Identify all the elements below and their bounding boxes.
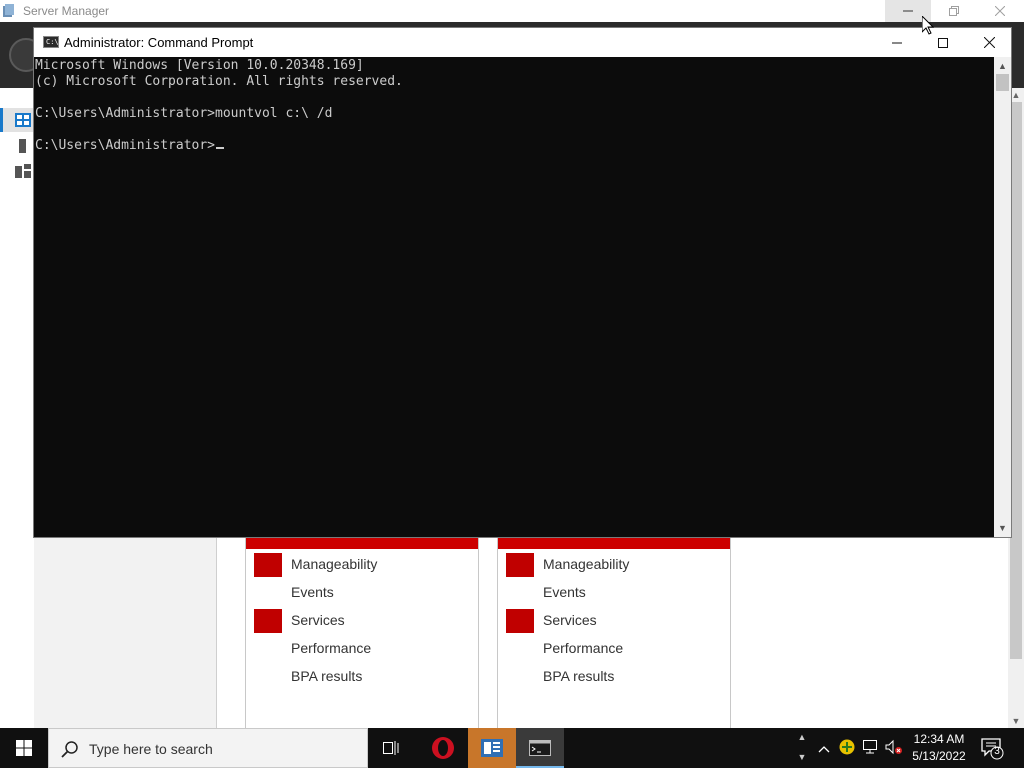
windows-start-icon — [16, 740, 32, 756]
tile-row-label: BPA results — [543, 668, 615, 684]
chevron-up-icon[interactable]: ▲ — [795, 732, 809, 742]
console-line: C:\Users\Administrator>mountvol c:\ /d — [35, 106, 333, 121]
server-tile-2[interactable]: Manageability Events Services Performanc… — [497, 538, 731, 728]
security-shield-icon — [839, 739, 855, 755]
opera-icon — [432, 737, 454, 759]
tile-row-events[interactable]: Events — [498, 579, 730, 607]
tile-row-performance[interactable]: Performance — [498, 635, 730, 663]
console-line: Microsoft Windows [Version 10.0.20348.16… — [35, 58, 364, 73]
all-servers-icon[interactable] — [15, 164, 31, 178]
chevron-down-icon[interactable]: ▼ — [795, 752, 809, 762]
cmd-scrollbar[interactable]: ▲ ▼ — [994, 57, 1011, 537]
taskbar: Type here to search ▲ ▼ 12:34 AM 5/13/20… — [0, 728, 1024, 768]
scroll-up-icon[interactable]: ▲ — [994, 59, 1011, 73]
start-button[interactable] — [0, 728, 48, 768]
server-manager-taskbar-button[interactable] — [468, 728, 516, 768]
notification-count-badge: 3 — [994, 746, 1000, 757]
cmd-minimize-button[interactable] — [874, 28, 920, 57]
mouse-cursor-icon — [922, 16, 934, 35]
search-placeholder: Type here to search — [89, 741, 213, 757]
clock-time: 12:34 AM — [913, 732, 965, 746]
alert-flag — [506, 553, 534, 577]
close-icon — [983, 37, 995, 48]
show-hidden-icons-button[interactable] — [815, 739, 833, 757]
tile-row-label: Manageability — [291, 556, 378, 572]
alert-flag — [254, 609, 282, 633]
minimize-icon — [892, 42, 902, 43]
tile-status-bar — [246, 538, 478, 549]
minimize-icon — [903, 10, 913, 12]
tile-row-label: Services — [291, 612, 345, 628]
tile-row-label: Services — [543, 612, 597, 628]
network-tray-button[interactable] — [862, 739, 880, 757]
task-view-icon — [383, 741, 399, 755]
dashboard-icon — [15, 113, 31, 127]
nav-selection-indicator — [0, 108, 3, 132]
cmd-titlebar[interactable]: C:\ Administrator: Command Prompt — [34, 28, 1011, 57]
action-center-button[interactable]: 3 — [980, 736, 1004, 760]
close-icon — [995, 6, 1005, 16]
server-manager-icon — [481, 739, 503, 757]
server-manager-restore-button[interactable] — [931, 0, 977, 22]
tile-row-label: BPA results — [291, 668, 363, 684]
server-manager-nav — [0, 88, 34, 728]
scroll-down-icon[interactable]: ▼ — [1008, 714, 1024, 728]
scroll-down-icon[interactable]: ▼ — [994, 521, 1011, 535]
command-prompt-window[interactable]: C:\ Administrator: Command Prompt Micros… — [33, 27, 1012, 538]
console-prompt: C:\Users\Administrator> — [35, 138, 216, 153]
text-cursor — [216, 147, 225, 149]
command-prompt-icon — [529, 740, 551, 756]
chevron-up-icon — [818, 746, 830, 753]
tile-status-bar — [498, 538, 730, 549]
tile-row-label: Manageability — [543, 556, 630, 572]
taskbar-scroll-arrows[interactable]: ▲ ▼ — [795, 728, 809, 768]
network-icon — [863, 740, 877, 754]
cmd-title: Administrator: Command Prompt — [64, 35, 254, 50]
tile-row-events[interactable]: Events — [246, 579, 478, 607]
tile-row-services[interactable]: Services — [498, 607, 730, 635]
clock-date: 5/13/2022 — [912, 749, 966, 763]
tile-row-manageability[interactable]: Manageability — [498, 551, 730, 579]
server-manager-titlebar: Server Manager — [0, 0, 1024, 22]
task-view-button[interactable] — [368, 728, 416, 768]
server-manager-title: Server Manager — [23, 4, 110, 18]
tile-row-label: Events — [291, 584, 334, 600]
tile-row-manageability[interactable]: Manageability — [246, 551, 478, 579]
volume-muted-icon — [885, 739, 902, 755]
alert-flag — [254, 553, 282, 577]
volume-tray-button[interactable] — [885, 739, 903, 757]
alert-flag — [506, 609, 534, 633]
scrollbar-thumb[interactable] — [996, 74, 1009, 91]
tile-row-bpa-results[interactable]: BPA results — [246, 663, 478, 691]
console-prompt-line[interactable]: C:\Users\Administrator> — [35, 138, 225, 153]
tile-row-label: Performance — [543, 640, 624, 656]
security-tray-button[interactable] — [838, 739, 856, 757]
command-prompt-icon: C:\ — [43, 36, 59, 48]
maximize-icon — [938, 37, 948, 48]
tile-row-label: Performance — [291, 640, 372, 656]
cmd-console[interactable]: Microsoft Windows [Version 10.0.20348.16… — [34, 57, 994, 537]
tile-row-services[interactable]: Services — [246, 607, 478, 635]
tile-row-bpa-results[interactable]: BPA results — [498, 663, 730, 691]
taskbar-clock[interactable]: 12:34 AM 5/13/2022 — [908, 731, 970, 765]
server-manager-close-button[interactable] — [977, 0, 1023, 22]
server-manager-app-icon — [3, 4, 14, 17]
cmd-close-button[interactable] — [966, 28, 1012, 57]
restore-icon — [949, 6, 959, 16]
server-tile-1[interactable]: Manageability Events Services Performanc… — [245, 538, 479, 728]
local-server-icon[interactable] — [15, 139, 31, 153]
search-icon — [61, 741, 78, 758]
console-line: (c) Microsoft Corporation. All rights re… — [35, 74, 403, 89]
opera-taskbar-button[interactable] — [419, 728, 467, 768]
tile-row-label: Events — [543, 584, 586, 600]
taskbar-search-box[interactable]: Type here to search — [48, 728, 368, 768]
command-prompt-taskbar-button[interactable] — [516, 728, 564, 768]
tile-row-performance[interactable]: Performance — [246, 635, 478, 663]
